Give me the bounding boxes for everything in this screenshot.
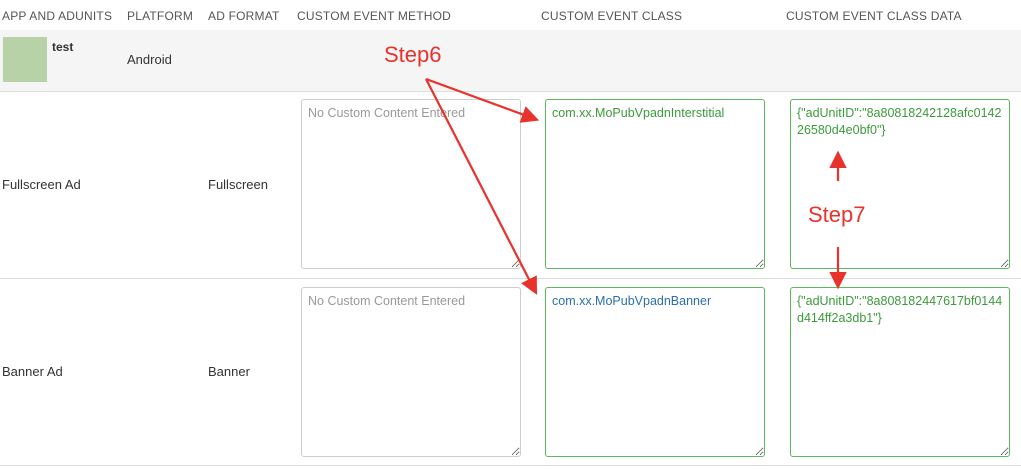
header-ad-format: AD FORMAT xyxy=(208,9,280,23)
ad-format: Banner xyxy=(208,364,250,379)
ad-format: Fullscreen xyxy=(208,177,268,192)
ad-unit-name: Fullscreen Ad xyxy=(2,177,81,192)
table-header: APP AND ADUNITS PLATFORM AD FORMAT CUSTO… xyxy=(0,0,1021,31)
header-custom-event-class: CUSTOM EVENT CLASS xyxy=(541,9,683,23)
table-row-fullscreen-ad: Fullscreen Ad Fullscreen com.xx.MoPubVpa… xyxy=(0,92,1021,279)
custom-event-method-field[interactable] xyxy=(301,287,521,457)
custom-event-method-field[interactable] xyxy=(301,99,521,269)
step7-label: Step7 xyxy=(808,202,866,227)
custom-event-class-data-field[interactable]: {"adUnitID":"8a80818242128afc014226580d4… xyxy=(790,99,1010,269)
custom-event-class-field[interactable]: com.xx.MoPubVpadnInterstitial xyxy=(545,99,765,269)
header-app-and-adunits: APP AND ADUNITS xyxy=(2,9,113,23)
custom-event-class-data-field[interactable]: {"adUnitID":"8a808182447617bf0144d414ff2… xyxy=(790,287,1010,457)
app-row: test Android xyxy=(0,30,1021,92)
app-platform: Android xyxy=(127,52,172,67)
header-custom-event-class-data: CUSTOM EVENT CLASS DATA xyxy=(786,9,962,23)
table-row-banner-ad: Banner Ad Banner com.xx.MoPubVpadnBanner… xyxy=(0,279,1021,466)
ad-unit-name: Banner Ad xyxy=(2,364,63,379)
header-platform: PLATFORM xyxy=(127,9,194,23)
custom-event-class-field[interactable]: com.xx.MoPubVpadnBanner xyxy=(545,287,765,457)
app-name[interactable]: test xyxy=(52,40,73,54)
app-thumbnail xyxy=(3,37,47,82)
step6-label: Step6 xyxy=(384,42,442,67)
header-custom-event-method: CUSTOM EVENT METHOD xyxy=(297,9,452,23)
